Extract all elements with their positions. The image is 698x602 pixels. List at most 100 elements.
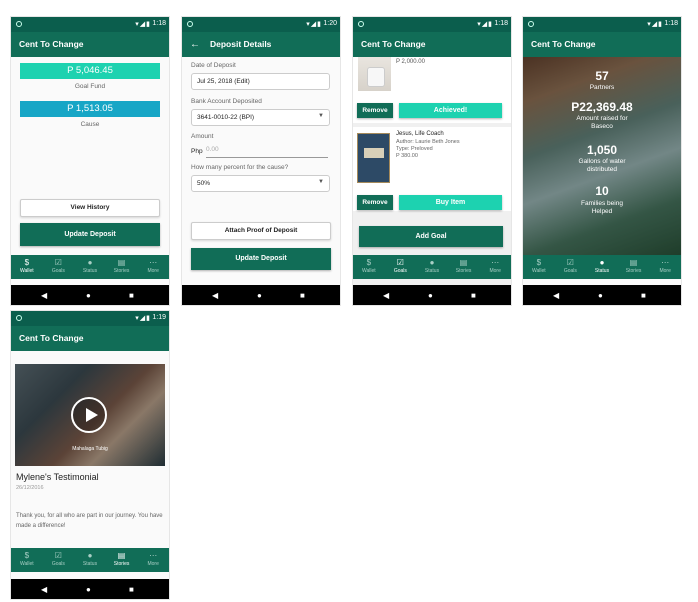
wallet-screen: ▾◢▮ 1:18 Cent To Change P 5,046.45 Goal … (11, 17, 169, 305)
bank-select[interactable]: 3641-0010-22 (BPI) ▼ (191, 109, 330, 126)
clock: 1:18 (664, 20, 678, 27)
recents-icon[interactable]: ■ (300, 291, 305, 300)
home-icon[interactable]: ● (86, 291, 91, 300)
nav-stories[interactable]: ▤ Stories (448, 255, 480, 279)
arrow-back-icon[interactable]: ← (190, 32, 200, 57)
stories-icon: ▤ (629, 258, 638, 267)
app-bar: Cent To Change (523, 32, 681, 57)
nav-label: Wallet (19, 268, 34, 274)
percent-value: 50% (197, 180, 211, 187)
nav-label: Wallet (19, 561, 34, 567)
wallet-icon: $ (536, 258, 542, 267)
back-icon[interactable]: ◀ (41, 585, 47, 594)
bank-label: Bank Account Deposited (191, 98, 262, 105)
nav-label: Status (424, 268, 440, 274)
nav-more[interactable]: ⋯ More (649, 255, 681, 279)
bottom-nav: $ Wallet ☑ Goals ● Status ▤ Stories ⋯ More (353, 255, 511, 279)
globe-icon: ● (87, 258, 93, 267)
nav-status[interactable]: ● Status (74, 548, 106, 572)
nav-goals[interactable]: ☑ Goals (385, 255, 417, 279)
buy-item-button[interactable]: Buy Item (399, 195, 502, 210)
nav-wallet[interactable]: $ Wallet (11, 255, 43, 279)
globe-icon: ● (87, 551, 93, 560)
nav-more[interactable]: ⋯ More (137, 548, 169, 572)
nav-goals[interactable]: ☑ Goals (43, 548, 75, 572)
signal-icons: ▾◢▮ (135, 21, 151, 28)
nav-stories[interactable]: ▤ Stories (106, 548, 138, 572)
bank-value: 3641-0010-22 (BPI) (197, 114, 255, 121)
amount-input[interactable]: 0.00 (206, 146, 328, 158)
story-body: Thank you, for all who are part in our j… (16, 513, 163, 529)
nav-label: Status (594, 268, 610, 274)
app-title: Cent To Change (361, 39, 426, 49)
more-icon: ⋯ (149, 551, 158, 560)
clock: 1:20 (323, 20, 337, 27)
back-icon[interactable]: ◀ (212, 291, 218, 300)
goal-card-1: P 2,000.00 Remove Achieved! (353, 57, 511, 123)
nav-status[interactable]: ● Status (586, 255, 618, 279)
nav-stories[interactable]: ▤ Stories (106, 255, 138, 279)
goals-screen: ▾◢▮ 1:18 Cent To Change P 2,000.00 Remov… (353, 17, 511, 305)
home-icon[interactable]: ● (86, 585, 91, 594)
story-title: Mylene's Testimonial (16, 472, 99, 482)
nav-stories[interactable]: ▤ Stories (618, 255, 650, 279)
update-deposit-button[interactable]: Update Deposit (191, 248, 331, 270)
back-icon[interactable]: ◀ (383, 291, 389, 300)
recents-icon[interactable]: ■ (641, 291, 646, 300)
nav-status[interactable]: ● Status (74, 255, 106, 279)
clock: 1:19 (152, 314, 166, 321)
notification-icon (528, 21, 534, 27)
remove-button[interactable]: Remove (357, 195, 393, 210)
view-history-button[interactable]: View History (20, 199, 160, 217)
nav-wallet[interactable]: $ Wallet (353, 255, 385, 279)
system-nav: ◀ ● ■ (11, 579, 169, 599)
nav-wallet[interactable]: $ Wallet (523, 255, 555, 279)
app-bar: Cent To Change (353, 32, 511, 57)
recents-icon[interactable]: ■ (129, 585, 134, 594)
system-nav: ◀ ● ■ (523, 285, 681, 305)
status-bar: ▾◢▮ 1:19 (11, 311, 169, 326)
date-field[interactable]: Jul 25, 2018 (Edit) (191, 73, 330, 90)
nav-label: Status (82, 268, 98, 274)
goal-image-jar (358, 57, 391, 91)
app-bar: ← Deposit Details (182, 32, 340, 57)
notification-icon (187, 21, 193, 27)
attach-proof-button[interactable]: Attach Proof of Deposit (191, 222, 331, 240)
percent-select[interactable]: 50% ▼ (191, 175, 330, 192)
home-icon[interactable]: ● (598, 291, 603, 300)
nav-label: More (489, 268, 501, 274)
notification-icon (16, 21, 22, 27)
recents-icon[interactable]: ■ (129, 291, 134, 300)
back-icon[interactable]: ◀ (553, 291, 559, 300)
home-icon[interactable]: ● (428, 291, 433, 300)
signal-icons: ▾◢▮ (306, 21, 322, 28)
update-deposit-button[interactable]: Update Deposit (20, 223, 160, 246)
nav-goals[interactable]: ☑ Goals (555, 255, 587, 279)
nav-status[interactable]: ● Status (416, 255, 448, 279)
stories-icon: ▤ (459, 258, 468, 267)
status-bar: ▾◢▮ 1:18 (11, 17, 169, 32)
video-thumbnail[interactable]: Mahalaga Tubig (15, 364, 165, 466)
signal-icons: ▾◢▮ (135, 315, 151, 322)
remove-button[interactable]: Remove (357, 103, 393, 118)
goals-icon: ☑ (566, 258, 574, 267)
water-label: Gallons of water distributed (578, 158, 626, 173)
goals-icon: ☑ (396, 258, 404, 267)
nav-label: Status (82, 561, 98, 567)
notification-icon (358, 21, 364, 27)
achieved-button[interactable]: Achieved! (399, 103, 502, 118)
currency-label: Php (191, 148, 203, 155)
nav-wallet[interactable]: $ Wallet (11, 548, 43, 572)
nav-more[interactable]: ⋯ More (137, 255, 169, 279)
app-title: Cent To Change (531, 39, 596, 49)
nav-goals[interactable]: ☑ Goals (43, 255, 75, 279)
play-icon[interactable] (71, 397, 107, 433)
water-value: 1,050 (586, 143, 618, 157)
nav-more[interactable]: ⋯ More (479, 255, 511, 279)
status-bar: ▾◢▮ 1:18 (523, 17, 681, 32)
recents-icon[interactable]: ■ (471, 291, 476, 300)
back-icon[interactable]: ◀ (41, 291, 47, 300)
add-goal-button[interactable]: Add Goal (359, 226, 503, 247)
nav-label: Stories (113, 561, 130, 567)
home-icon[interactable]: ● (257, 291, 262, 300)
